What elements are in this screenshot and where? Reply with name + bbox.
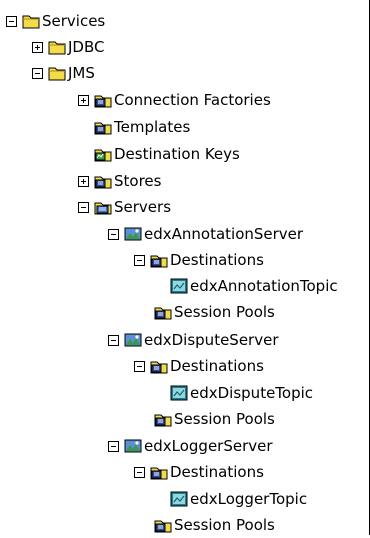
tree-node-label: Stores <box>114 172 162 190</box>
server-icon <box>124 439 142 453</box>
tree-node-label: edxAnnotationServer <box>144 225 304 243</box>
tree-node-jdbc[interactable]: JDBC <box>32 34 104 60</box>
tree-node-label: edxDisputeTopic <box>190 384 314 402</box>
tree-node-session-pools[interactable]: Session Pools <box>154 512 275 538</box>
tree-node-label: Destination Keys <box>114 145 240 163</box>
tree-node-label: edxLoggerServer <box>144 437 273 455</box>
connection-factory-icon <box>94 95 112 108</box>
tree-node-edxdisputeserver[interactable]: edxDisputeServer <box>108 327 279 353</box>
collapse-toggle[interactable] <box>32 67 43 79</box>
topic-icon <box>170 491 188 507</box>
destinations-icon <box>150 361 168 374</box>
tree-node-destinations[interactable]: Destinations <box>134 353 264 379</box>
tree-node-destinations[interactable]: Destinations <box>134 247 264 273</box>
expand-toggle[interactable] <box>32 41 43 53</box>
tree-node-edxdisputetopic[interactable]: edxDisputeTopic <box>170 380 313 406</box>
collapse-toggle[interactable] <box>108 228 119 240</box>
destination-key-icon <box>94 149 112 162</box>
tree-node-label: JMS <box>68 64 95 82</box>
session-pool-icon <box>154 414 172 427</box>
collapse-toggle[interactable] <box>108 334 119 346</box>
servers-icon <box>94 202 112 215</box>
tree-node-destination-keys[interactable]: Destination Keys <box>78 141 240 167</box>
session-pool-icon <box>154 520 172 533</box>
tree-node-label: Destinations <box>170 463 264 481</box>
tree-node-label: Connection Factories <box>114 91 271 109</box>
tree-node-label: Session Pools <box>174 410 275 428</box>
collapse-toggle[interactable] <box>78 201 89 213</box>
tree-node-label: edxDisputeServer <box>144 331 279 349</box>
template-icon <box>94 122 112 135</box>
tree-node-label: Session Pools <box>174 516 275 534</box>
expand-toggle[interactable] <box>78 94 89 106</box>
tree-node-services[interactable]: Services <box>6 8 105 34</box>
tree-node-servers[interactable]: Servers <box>78 194 171 220</box>
folder-icon <box>22 15 40 29</box>
tree-node-edxannotationtopic[interactable]: edxAnnotationTopic <box>170 273 338 299</box>
tree-node-jms[interactable]: JMS <box>32 60 95 86</box>
tree-node-label: Templates <box>114 118 191 136</box>
tree-node-label: Servers <box>114 198 172 216</box>
session-pool-icon <box>154 307 172 320</box>
store-icon <box>94 176 112 189</box>
topic-icon <box>170 385 188 401</box>
tree-node-label: Session Pools <box>174 303 275 321</box>
expand-toggle[interactable] <box>78 175 89 187</box>
server-icon <box>124 333 142 347</box>
tree-node-label: Destinations <box>170 357 264 375</box>
tree-node-session-pools[interactable]: Session Pools <box>154 299 275 325</box>
collapse-toggle[interactable] <box>134 360 145 372</box>
tree-node-session-pools[interactable]: Session Pools <box>154 406 275 432</box>
folder-icon <box>48 41 66 55</box>
tree-node-edxloggerserver[interactable]: edxLoggerServer <box>108 433 273 459</box>
tree-node-label: JDBC <box>68 38 105 56</box>
tree-node-edxannotationserver[interactable]: edxAnnotationServer <box>108 221 303 247</box>
tree-node-connection-factories[interactable]: Connection Factories <box>78 87 271 113</box>
tree-node-destinations[interactable]: Destinations <box>134 459 264 485</box>
tree-node-label: edxAnnotationTopic <box>190 277 338 295</box>
destinations-icon <box>150 255 168 268</box>
server-icon <box>124 227 142 241</box>
collapse-toggle[interactable] <box>134 466 145 478</box>
collapse-toggle[interactable] <box>6 15 17 27</box>
tree-node-edxloggertopic[interactable]: edxLoggerTopic <box>170 486 307 512</box>
tree-node-label: Destinations <box>170 251 264 269</box>
destinations-icon <box>150 467 168 480</box>
folder-icon <box>48 67 66 81</box>
tree-node-label: Services <box>42 12 106 30</box>
tree-node-templates[interactable]: Templates <box>78 114 190 140</box>
collapse-toggle[interactable] <box>108 440 119 452</box>
topic-icon <box>170 278 188 294</box>
services-tree[interactable]: Services JDBC JMS Connection Factories T… <box>0 0 370 535</box>
tree-node-label: edxLoggerTopic <box>190 490 308 508</box>
tree-node-stores[interactable]: Stores <box>78 168 161 194</box>
collapse-toggle[interactable] <box>134 254 145 266</box>
